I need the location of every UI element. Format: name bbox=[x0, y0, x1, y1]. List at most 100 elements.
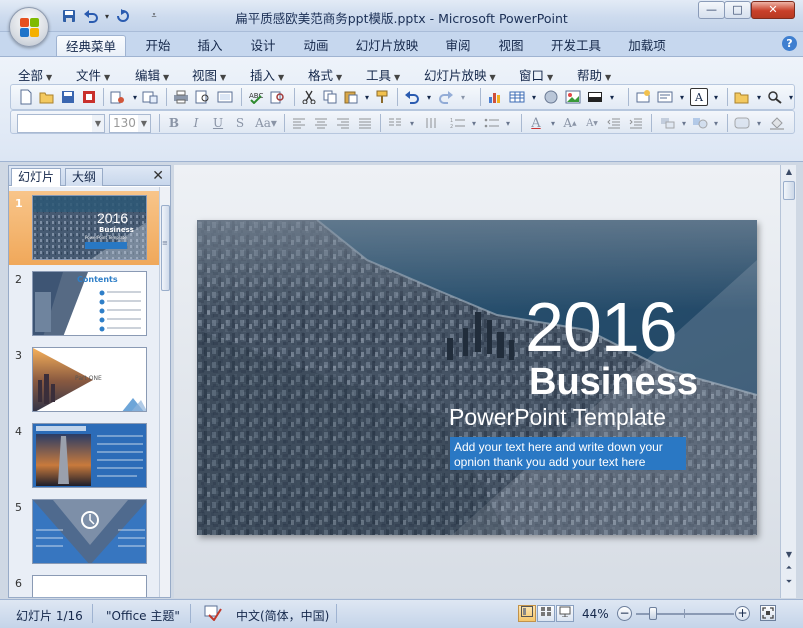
customize-quick-access-icon[interactable]: ⩡ bbox=[145, 7, 163, 25]
text-box-icon[interactable]: A bbox=[690, 88, 708, 106]
menu-window[interactable]: 窗口 ▼ bbox=[519, 65, 553, 84]
open-folder-2-icon[interactable] bbox=[733, 88, 751, 106]
tab-developer[interactable]: 开发工具 bbox=[543, 35, 609, 57]
italic-button[interactable]: I bbox=[186, 114, 206, 133]
align-right-icon[interactable] bbox=[334, 114, 352, 132]
tab-add-ins[interactable]: 加载项 bbox=[620, 35, 674, 57]
tab-outline[interactable]: 大纲 bbox=[65, 168, 104, 186]
new-slide-icon[interactable] bbox=[634, 88, 652, 106]
tab-home[interactable]: 开始 bbox=[136, 35, 180, 57]
previous-slide-icon[interactable]: ⏶ bbox=[783, 563, 795, 573]
spelling-icon[interactable]: ABC bbox=[247, 88, 265, 106]
copy-icon[interactable] bbox=[321, 88, 339, 106]
print-setup-icon[interactable] bbox=[108, 88, 126, 106]
slide-view-icon[interactable] bbox=[216, 88, 234, 106]
shadow-button[interactable]: S bbox=[230, 114, 250, 133]
undo-toolbar-icon[interactable] bbox=[403, 88, 421, 106]
color-grayscale-icon[interactable] bbox=[586, 88, 604, 106]
zoom-in-button[interactable]: + bbox=[735, 606, 750, 621]
slide-thumbnail-2[interactable]: 2 Contents bbox=[9, 267, 159, 341]
slide-thumbnail-3[interactable]: 3 Part ONE bbox=[9, 343, 159, 417]
redo-toolbar-dropdown-icon[interactable]: ▾ bbox=[454, 88, 472, 106]
slide-layout-dropdown-icon[interactable]: ▾ bbox=[673, 88, 691, 106]
decrease-indent-icon[interactable] bbox=[605, 114, 623, 132]
scroll-down-icon[interactable]: ▼ bbox=[783, 550, 795, 559]
slide-thumbnail-6[interactable]: 6 bbox=[9, 571, 159, 597]
save-icon[interactable] bbox=[60, 7, 78, 25]
slide-body-text[interactable]: Add your text here and write down your o… bbox=[450, 437, 686, 470]
redo-toolbar-icon[interactable] bbox=[437, 88, 455, 106]
next-slide-icon[interactable]: ⏷ bbox=[783, 577, 795, 587]
research-icon[interactable] bbox=[269, 88, 287, 106]
tab-review[interactable]: 审阅 bbox=[436, 35, 480, 57]
underline-button[interactable]: U bbox=[208, 114, 228, 133]
grow-font-icon[interactable]: A ▲ bbox=[561, 114, 579, 132]
menu-insert[interactable]: 插入 ▼ bbox=[250, 65, 284, 84]
font-name-combo[interactable]: ▼ bbox=[17, 114, 105, 133]
menu-edit[interactable]: 编辑 ▼ bbox=[135, 65, 169, 84]
insert-clipart-icon[interactable] bbox=[542, 88, 560, 106]
scrollbar-thumb[interactable] bbox=[783, 181, 795, 200]
slide-layout-icon[interactable] bbox=[656, 88, 674, 106]
bold-button[interactable]: B bbox=[164, 114, 184, 133]
numbering-dropdown-icon[interactable]: ▾ bbox=[465, 114, 483, 132]
insert-picture-icon[interactable] bbox=[564, 88, 582, 106]
undo-toolbar-dropdown-icon[interactable]: ▾ bbox=[420, 88, 438, 106]
tab-view[interactable]: 视图 bbox=[489, 35, 533, 57]
scroll-up-icon[interactable]: ▲ bbox=[783, 167, 795, 176]
open-folder-icon[interactable] bbox=[38, 88, 56, 106]
slide-vertical-scrollbar[interactable]: ▲ ▼ ⏶ ⏷ bbox=[780, 165, 796, 598]
tab-design[interactable]: 设计 bbox=[241, 35, 285, 57]
scrollbar-thumb[interactable] bbox=[161, 205, 170, 291]
tab-animation[interactable]: 动画 bbox=[294, 35, 338, 57]
align-left-icon[interactable] bbox=[290, 114, 308, 132]
slide-thumbnail-5[interactable]: 5 bbox=[9, 495, 159, 569]
text-box-dropdown-icon[interactable]: ▾ bbox=[707, 88, 725, 106]
print-icon[interactable] bbox=[172, 88, 190, 106]
shapes-dropdown-icon[interactable]: ▾ bbox=[707, 114, 725, 132]
zoom-level[interactable]: 44% bbox=[582, 607, 609, 621]
maximize-button[interactable]: □ bbox=[724, 1, 751, 19]
save-icon[interactable] bbox=[59, 88, 77, 106]
menu-help[interactable]: 帮助 ▼ bbox=[577, 65, 611, 84]
text-direction-icon[interactable] bbox=[422, 114, 440, 132]
menu-format[interactable]: 格式 ▼ bbox=[308, 65, 342, 84]
office-button[interactable] bbox=[9, 7, 49, 47]
color-grayscale-dropdown-icon[interactable]: ▾ bbox=[603, 88, 621, 106]
menu-tools[interactable]: 工具 ▼ bbox=[366, 65, 400, 84]
menu-all[interactable]: 全部 ▼ bbox=[18, 65, 52, 84]
fill-color-icon[interactable] bbox=[768, 114, 786, 132]
redo-icon[interactable] bbox=[114, 7, 132, 25]
insert-table-icon[interactable] bbox=[508, 88, 526, 106]
slide-year[interactable]: 2016 bbox=[525, 292, 678, 362]
fit-to-window-icon[interactable] bbox=[760, 605, 776, 621]
font-color-dropdown-icon[interactable]: ▾ bbox=[544, 114, 562, 132]
menu-file[interactable]: 文件 ▼ bbox=[76, 65, 110, 84]
zoom-search-dropdown-icon[interactable]: ▾ bbox=[782, 88, 800, 106]
font-size-combo[interactable]: 130 ▼ bbox=[109, 114, 151, 133]
spelling-check-icon[interactable] bbox=[204, 605, 222, 624]
close-button[interactable]: ✕ bbox=[751, 1, 795, 19]
slide-thumbnail-1[interactable]: 1 2016 Business PowerPoint Template bbox=[9, 191, 159, 265]
zoom-out-button[interactable]: − bbox=[617, 606, 632, 621]
new-document-icon[interactable] bbox=[17, 88, 35, 106]
print-preview-icon[interactable] bbox=[141, 88, 159, 106]
cut-icon[interactable] bbox=[300, 88, 318, 106]
slide-title[interactable]: Business bbox=[529, 363, 698, 401]
slide-editing-area[interactable]: 2016 Business PowerPoint Template Add yo… bbox=[174, 165, 780, 598]
slide-thumbnail-4[interactable]: 4 bbox=[9, 419, 159, 493]
permission-icon[interactable] bbox=[80, 88, 98, 106]
help-icon[interactable]: ? bbox=[782, 36, 797, 51]
columns-dropdown-icon[interactable]: ▾ bbox=[403, 114, 421, 132]
change-case-button[interactable]: Aa▾ bbox=[252, 114, 280, 133]
shape-style-icon[interactable] bbox=[733, 114, 751, 132]
columns-icon[interactable] bbox=[386, 114, 404, 132]
justify-icon[interactable] bbox=[356, 114, 374, 132]
minimize-button[interactable]: — bbox=[698, 1, 725, 19]
bullets-dropdown-icon[interactable]: ▾ bbox=[499, 114, 517, 132]
format-painter-icon[interactable] bbox=[373, 88, 391, 106]
zoom-slider-thumb[interactable] bbox=[649, 607, 657, 620]
print-preview-magnifier-icon[interactable] bbox=[194, 88, 212, 106]
slide-show-view-button[interactable] bbox=[556, 605, 574, 622]
normal-view-button[interactable] bbox=[518, 605, 536, 622]
